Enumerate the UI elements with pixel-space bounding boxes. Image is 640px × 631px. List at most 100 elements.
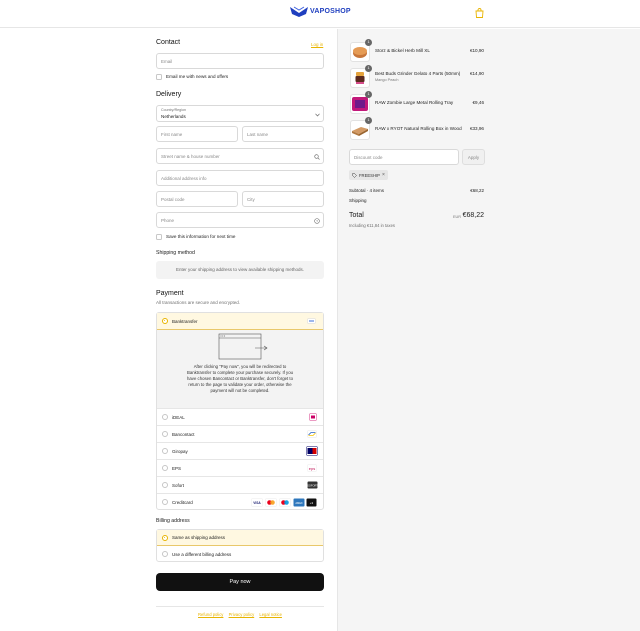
banktransfer-label: Banktransfer (172, 318, 198, 324)
newsletter-label: Email me with news and offers (166, 74, 229, 79)
country-label: Country/Region (161, 108, 186, 112)
street-placeholder: Street name & house number (161, 154, 220, 159)
last-name-field[interactable]: Last name (242, 126, 324, 142)
item-quantity-badge: 1 (365, 117, 372, 124)
sofort-radio[interactable] (162, 482, 168, 488)
payment-option-banktransfer[interactable]: Banktransfer (157, 313, 323, 330)
billing-address-title: Billing address (156, 518, 190, 524)
payment-subtitle: All transactions are secure and encrypte… (156, 300, 241, 305)
item-thumbnail: 1 (350, 117, 372, 140)
item-name: Storz & Bickel Herb Mill XL (375, 48, 430, 53)
order-summary-panel (337, 29, 640, 631)
billing-same-label: Same as shipping address (172, 535, 226, 540)
newsletter-checkbox[interactable] (156, 74, 162, 80)
billing-different-option[interactable]: Use a different billing address (157, 546, 323, 562)
item-quantity-badge: 1 (365, 91, 372, 98)
sofort-icon: SOFORT (307, 481, 318, 489)
payment-option-sofort[interactable]: Sofort SOFORT (157, 476, 323, 493)
first-name-placeholder: First name (161, 132, 183, 137)
payment-redirect-detail: After clicking "Pay now", you will be re… (157, 330, 323, 408)
svg-text:VISA: VISA (253, 501, 261, 505)
first-name-field[interactable]: First name (156, 126, 238, 142)
item-name: RAW Zombie Large Metal Rolling Tray (375, 100, 454, 105)
eps-radio[interactable] (162, 465, 168, 471)
shipping-label: Shipping (349, 198, 367, 203)
header: VAPOSHOP (0, 0, 640, 28)
postal-code-placeholder: Postal code (161, 197, 185, 202)
payment-option-bancontact[interactable]: Bancontact (157, 425, 323, 442)
creditcard-label: Creditcard (172, 499, 193, 505)
discount-code-input[interactable]: Discount code (349, 149, 459, 165)
remove-discount-icon[interactable]: × (382, 172, 385, 178)
item-thumbnail: 1 (350, 91, 372, 114)
login-link[interactable]: Log in (311, 42, 323, 47)
item-thumbnail: 1 (350, 39, 372, 62)
city-field[interactable]: City (242, 191, 324, 207)
country-select[interactable]: Country/Region Netherlands (156, 105, 324, 122)
postal-code-field[interactable]: Postal code (156, 191, 238, 207)
giropay-radio[interactable] (162, 448, 168, 454)
svg-text:SOFORT: SOFORT (307, 483, 318, 487)
shopping-bag-icon[interactable] (475, 8, 484, 18)
payment-title: Payment (156, 290, 184, 297)
item-price: €33,96 (469, 126, 484, 131)
brand-logo-icon (290, 6, 308, 17)
browser-redirect-icon (218, 333, 268, 360)
banktransfer-icon (307, 318, 316, 324)
legal-notice-link[interactable]: Legal notice (259, 612, 282, 617)
item-name: Best Buds Grinder Gelato 4 Parts (50mm) (375, 71, 461, 76)
item-price: €10,90 (469, 48, 484, 53)
chevron-down-icon (315, 113, 320, 117)
ideal-radio[interactable] (162, 414, 168, 420)
billing-address-options: Same as shipping address Use a different… (156, 529, 324, 562)
bancontact-icon (307, 430, 317, 438)
taxes-note: Including €11,84 in taxes (349, 223, 396, 228)
brand-logo[interactable]: VAPOSHOP (290, 6, 351, 17)
creditcard-radio[interactable] (162, 499, 168, 505)
last-name-placeholder: Last name (247, 132, 269, 137)
eps-label: EPS (172, 465, 182, 471)
payment-option-ideal[interactable]: iDEAL (157, 408, 323, 425)
save-info-checkbox[interactable] (156, 234, 162, 240)
total-value: €68,22 (462, 212, 484, 219)
phone-field[interactable]: Phone ? (156, 212, 324, 228)
payment-redirect-text: After clicking "Pay now", you will be re… (187, 364, 293, 393)
pay-now-button[interactable]: Pay now (156, 573, 324, 591)
ideal-label: iDEAL (172, 414, 185, 420)
city-placeholder: City (247, 197, 255, 202)
bancontact-radio[interactable] (162, 431, 168, 437)
additional-address-field[interactable]: Additional address info (156, 170, 324, 186)
email-field[interactable]: Email (156, 53, 324, 69)
phone-placeholder: Phone (161, 218, 175, 223)
discount-code-placeholder: Discount code (354, 155, 383, 160)
street-field[interactable]: Street name & house number (156, 148, 324, 164)
banktransfer-radio[interactable] (162, 318, 168, 324)
billing-different-radio[interactable] (162, 551, 168, 557)
billing-same-option[interactable]: Same as shipping address (157, 530, 323, 546)
item-price: €9,46 (472, 100, 485, 105)
item-name: RAW x RYOT Natural Rolling Box in Wood (375, 126, 462, 131)
help-icon[interactable]: ? (314, 217, 320, 224)
payment-option-giropay[interactable]: Giropay (157, 442, 323, 459)
applied-discount-code: FREESHIP (359, 172, 380, 178)
currency-code: EUR (453, 215, 462, 219)
tag-icon (352, 172, 357, 178)
contact-title: Contact (156, 39, 181, 46)
billing-same-radio[interactable] (162, 535, 168, 541)
payment-option-eps[interactable]: EPS eps (157, 459, 323, 476)
payment-option-creditcard[interactable]: Creditcard VISA AMEX +3 (157, 493, 323, 510)
payment-methods: Banktransfer After clicking "Pay now", y… (156, 312, 324, 510)
card-brands-icons: VISA AMEX +3 (251, 497, 317, 507)
item-variant: Mango Peach (375, 78, 399, 82)
refund-policy-link[interactable]: Refund policy (198, 612, 223, 617)
item-quantity-badge: 1 (365, 39, 372, 46)
privacy-policy-link[interactable]: Privacy policy (229, 612, 255, 617)
email-placeholder: Email (161, 59, 173, 64)
apply-discount-button[interactable]: Apply (462, 149, 485, 165)
eps-icon: eps (307, 464, 317, 472)
ideal-icon (309, 413, 317, 421)
giropay-icon (306, 446, 318, 456)
billing-different-label: Use a different billing address (172, 551, 232, 557)
item-price: €14,90 (469, 71, 484, 76)
delivery-title: Delivery (156, 91, 182, 98)
